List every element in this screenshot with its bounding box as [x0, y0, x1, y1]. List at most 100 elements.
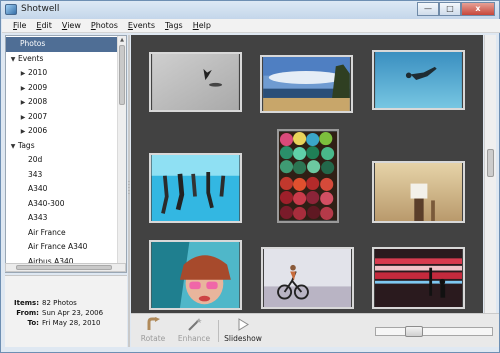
sidebar-item-label: Air France A340	[28, 242, 88, 251]
rotate-button[interactable]: Rotate	[137, 317, 169, 345]
photo-beach-island	[263, 57, 350, 111]
zoom-slider[interactable]	[375, 326, 493, 337]
info-items-value: 82 Photos	[42, 299, 77, 307]
expander-collapsed-icon[interactable]: ▶	[18, 67, 28, 81]
sidebar-item-label: 2009	[28, 82, 48, 92]
expander-collapsed-icon[interactable]: ▶	[18, 96, 28, 110]
sidebar-horizontal-thumb[interactable]	[16, 265, 112, 270]
menu-file[interactable]: File	[8, 19, 31, 32]
sidebar-item-2009[interactable]: ▶ 2009	[6, 81, 118, 96]
window-title: Shotwell	[21, 4, 60, 14]
sidebar-item-label: 2008	[28, 97, 48, 106]
photo-grid-scroll-thumb[interactable]	[487, 149, 494, 177]
sidebar-item-label: A343	[28, 213, 48, 222]
sidebar-item-2008[interactable]: ▶ 2008	[6, 95, 118, 110]
info-to-label: To:	[27, 319, 39, 327]
photo-grid-scrollbar[interactable]	[484, 35, 496, 313]
sidebar-item-a340[interactable]: A340	[6, 182, 118, 197]
sidebar-item-air-france-a340[interactable]: Air France A340	[6, 240, 118, 255]
shotwell-window: Shotwell — □ x File Edit View Photos Eve…	[0, 0, 500, 353]
photo-girl-pink-glasses	[151, 242, 240, 308]
close-button[interactable]: x	[461, 2, 495, 16]
photo-cyclist-desert	[264, 249, 351, 307]
sidebar-item-2006[interactable]: ▶ 2006	[6, 124, 118, 139]
sidebar-item-air-france[interactable]: Air France	[6, 226, 118, 241]
menu-view[interactable]: View	[57, 19, 86, 32]
menu-tags[interactable]: Tags	[160, 19, 188, 32]
title-bar[interactable]: Shotwell — □ x	[1, 1, 499, 19]
sidebar-item-label: A340-300	[28, 198, 65, 208]
sidebar-item-label: 2010	[28, 68, 48, 77]
menu-photos[interactable]: Photos	[86, 19, 123, 32]
enhance-button[interactable]: Enhance	[175, 317, 213, 345]
sidebar-scroll-thumb[interactable]	[119, 45, 125, 105]
minimize-button[interactable]: —	[417, 2, 439, 16]
info-to: To: Fri May 28, 2010	[5, 318, 127, 328]
sidebar-item-343[interactable]: 343	[6, 168, 118, 183]
menu-help[interactable]: Help	[188, 19, 216, 32]
sidebar-item-label: Events	[18, 53, 44, 63]
window-controls: — □ x	[417, 2, 495, 16]
info-items-label: Items:	[14, 299, 39, 307]
photo-yarn-balls	[279, 132, 337, 220]
sidebar-horizontal-scrollbar[interactable]	[5, 263, 126, 272]
zoom-slider-knob[interactable]	[405, 326, 423, 337]
info-panel: Items: 82 Photos From: Sun Apr 23, 2006 To…	[5, 275, 127, 347]
sidebar-item-events[interactable]: ▼ Events	[6, 52, 118, 67]
photo-thumbnail-selected[interactable]	[277, 129, 339, 223]
photo-thumbnail[interactable]	[260, 55, 353, 113]
sidebar-item-label: Photos	[20, 39, 46, 48]
toolbar-separator	[218, 320, 219, 342]
rotate-label: Rotate	[140, 334, 166, 343]
bottom-toolbar: Rotate Enhance Slideshow	[131, 313, 499, 347]
info-to-value: Fri May 28, 2010	[42, 319, 101, 327]
photo-bird-on-wire	[152, 54, 239, 110]
expander-collapsed-icon[interactable]: ▶	[18, 82, 28, 96]
menu-events[interactable]: Events	[123, 19, 160, 32]
sidebar-item-2007[interactable]: ▶ 2007	[6, 110, 118, 125]
menu-edit[interactable]: Edit	[31, 19, 57, 32]
info-from-value: Sun Apr 23, 2006	[42, 309, 104, 317]
enhance-label: Enhance	[177, 334, 211, 343]
sidebar-item-label: 2006	[28, 126, 48, 135]
sidebar-item-2010[interactable]: ▶ 2010	[6, 66, 118, 81]
expander-collapsed-icon[interactable]: ▶	[18, 111, 28, 125]
expander-expanded-icon[interactable]: ▼	[8, 140, 18, 154]
sidebar-scrollbar[interactable]: ▲ ▼	[117, 36, 126, 272]
photo-swimmers-underwater	[151, 155, 240, 221]
menu-bar: File Edit View Photos Events Tags Help	[2, 19, 500, 33]
sidebar-item-20d[interactable]: 20d	[6, 153, 118, 168]
sidebar-item-tags[interactable]: ▼ Tags	[6, 139, 118, 154]
photo-thumbnail[interactable]	[372, 50, 465, 110]
photo-person-with-sign	[375, 163, 462, 221]
sidebar-item-a343[interactable]: A343	[6, 211, 118, 226]
sidebar-item-label: 2007	[28, 111, 48, 121]
sidebar-item-label: 20d	[28, 155, 43, 164]
maximize-button[interactable]: □	[439, 2, 461, 16]
photo-night-bus-streak	[375, 249, 462, 307]
rotate-icon	[147, 317, 160, 330]
app-icon	[5, 4, 17, 15]
photo-thumbnail[interactable]	[149, 153, 242, 223]
sidebar-item-a340-300[interactable]: A340-300	[6, 197, 118, 212]
expander-expanded-icon[interactable]: ▼	[8, 53, 18, 67]
enhance-wand-icon	[188, 318, 202, 331]
photo-thumbnail[interactable]	[149, 240, 242, 310]
photo-grid[interactable]	[131, 35, 483, 313]
slideshow-button[interactable]: Slideshow	[223, 317, 263, 345]
photo-thumbnail[interactable]	[149, 52, 242, 112]
sidebar-item-label: A340	[28, 184, 48, 193]
sidebar-item-photos[interactable]: Photos	[6, 37, 118, 52]
photo-thumbnail[interactable]	[372, 161, 465, 223]
play-icon	[238, 318, 249, 331]
sidebar-tree[interactable]: Photos ▼ Events ▶ 2010 ▶ 2009 ▶ 2008 ▶ 2007 ▶ 2006 ▼ T…	[5, 35, 127, 273]
info-from: From: Sun Apr 23, 2006	[5, 308, 127, 318]
photo-thumbnail[interactable]	[372, 247, 465, 309]
photo-thumbnail[interactable]	[261, 247, 354, 309]
info-items: Items: 82 Photos	[5, 298, 127, 308]
sidebar-item-label: Tags	[18, 140, 35, 150]
scroll-up-arrow-icon[interactable]: ▲	[118, 36, 126, 44]
photo-diver-underwater	[375, 52, 462, 108]
info-from-label: From:	[16, 309, 39, 317]
expander-collapsed-icon[interactable]: ▶	[18, 125, 28, 139]
